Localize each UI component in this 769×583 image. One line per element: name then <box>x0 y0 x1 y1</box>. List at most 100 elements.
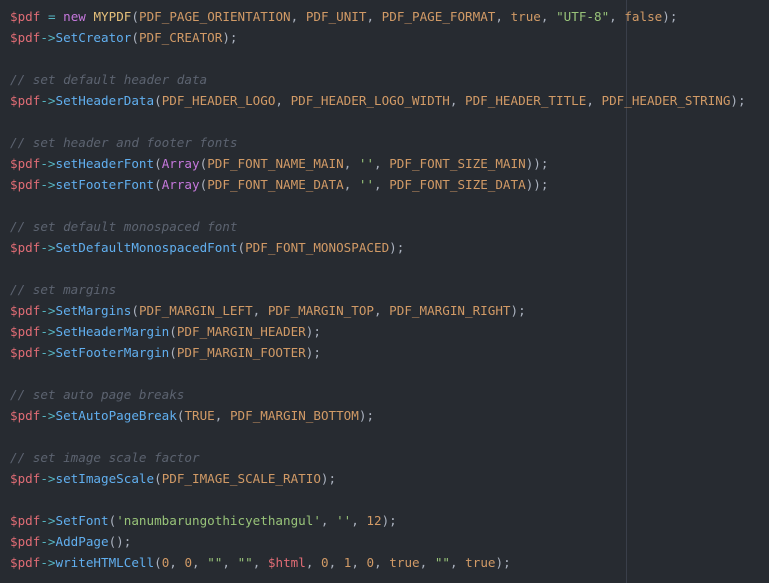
punctuation-token: ( <box>154 177 162 192</box>
code-line[interactable]: $pdf->SetHeaderMargin(PDF_MARGIN_HEADER)… <box>10 321 746 342</box>
constant-token: PDF_CREATOR <box>138 30 223 45</box>
operator-token: -> <box>40 324 56 339</box>
code-line[interactable]: $pdf = new MYPDF(PDF_PAGE_ORIENTATION, P… <box>10 6 746 27</box>
string-token: "" <box>237 555 253 570</box>
punctuation-token: , <box>252 303 268 318</box>
punctuation-token: , <box>343 156 359 171</box>
code-line[interactable]: $pdf->setHeaderFont(Array(PDF_FONT_NAME_… <box>10 153 746 174</box>
code-line[interactable]: $pdf->AddPage(); <box>10 531 746 552</box>
variable-token: $pdf <box>10 240 41 255</box>
variable-token: $pdf <box>10 408 41 423</box>
operator-token: -> <box>40 177 56 192</box>
code-line[interactable]: $pdf->SetFooterMargin(PDF_MARGIN_FOOTER)… <box>10 342 746 363</box>
method-name-token: SetDefaultMonospacedFont <box>55 240 238 255</box>
punctuation-token: , <box>320 513 337 528</box>
code-line[interactable]: $pdf->writeHTMLCell(0, 0, "", "", $html,… <box>10 552 746 573</box>
code-line[interactable]: $pdf->SetHeaderData(PDF_HEADER_LOGO, PDF… <box>10 90 746 111</box>
operator-token: -> <box>40 513 56 528</box>
string-token: '' <box>358 177 375 192</box>
method-name-token: setFooterFont <box>55 177 155 192</box>
code-line[interactable]: // set default monospaced font <box>10 216 746 237</box>
constant-token: PDF_HEADER_LOGO <box>161 93 276 108</box>
operator-token: -> <box>40 303 56 318</box>
code-line[interactable]: // set default header data <box>10 69 746 90</box>
constant-token: PDF_MARGIN_BOTTOM <box>229 408 359 423</box>
operator-token: -> <box>40 534 56 549</box>
code-line[interactable]: $pdf->SetCreator(PDF_CREATOR); <box>10 27 746 48</box>
code-line[interactable]: // set image scale factor <box>10 447 746 468</box>
punctuation-token: ); <box>510 303 526 318</box>
variable-token: $pdf <box>10 345 41 360</box>
constant-token: PDF_FONT_NAME_MAIN <box>207 156 344 171</box>
constant-token: PDF_FONT_NAME_DATA <box>207 177 344 192</box>
punctuation-token <box>40 9 48 24</box>
code-line[interactable]: $pdf->SetAutoPageBreak(TRUE, PDF_MARGIN_… <box>10 405 746 426</box>
method-name-token: SetFont <box>55 513 109 528</box>
code-line[interactable] <box>10 111 746 132</box>
code-line[interactable] <box>10 258 746 279</box>
method-name-token: SetFooterMargin <box>55 345 170 360</box>
punctuation-token: ); <box>662 9 678 24</box>
constant-token: true <box>510 9 541 24</box>
method-name-token: SetAutoPageBreak <box>55 408 177 423</box>
constant-token: false <box>624 9 663 24</box>
punctuation-token: ( <box>131 303 139 318</box>
variable-token: $pdf <box>10 555 41 570</box>
operator-token: = <box>47 9 56 24</box>
code-line[interactable] <box>10 195 746 216</box>
punctuation-token: , <box>214 408 230 423</box>
punctuation-token <box>56 9 64 24</box>
punctuation-token: ); <box>305 324 321 339</box>
comment-token: // set margins <box>10 282 117 297</box>
keyword-token: new <box>63 9 86 24</box>
variable-token: $pdf <box>10 513 41 528</box>
code-line[interactable] <box>10 489 746 510</box>
code-line[interactable] <box>10 363 746 384</box>
code-line[interactable]: $pdf->setImageScale(PDF_IMAGE_SCALE_RATI… <box>10 468 746 489</box>
code-line[interactable]: $pdf->SetFont('nanumbarungothicyethangul… <box>10 510 746 531</box>
code-line[interactable]: $pdf->SetDefaultMonospacedFont(PDF_FONT_… <box>10 237 746 258</box>
method-name-token: SetHeaderMargin <box>55 324 170 339</box>
punctuation-token: , <box>540 9 557 24</box>
constant-token: true <box>465 555 496 570</box>
punctuation-token: )); <box>525 156 549 171</box>
punctuation-token: ); <box>320 471 337 486</box>
constant-token: PDF_MARGIN_TOP <box>267 303 374 318</box>
constant-token: TRUE <box>184 408 215 423</box>
code-line[interactable]: // set header and footer fonts <box>10 132 746 153</box>
code-line[interactable]: // set margins <box>10 279 746 300</box>
punctuation-token: , <box>252 555 268 570</box>
punctuation-token: ); <box>389 240 405 255</box>
punctuation-token: , <box>449 555 466 570</box>
code-line[interactable]: $pdf->setFooterFont(Array(PDF_FONT_NAME_… <box>10 174 746 195</box>
code-editor[interactable]: $pdf = new MYPDF(PDF_PAGE_ORIENTATION, P… <box>0 0 769 583</box>
constant-token: PDF_HEADER_LOGO_WIDTH <box>290 93 450 108</box>
variable-token: $pdf <box>10 471 41 486</box>
constant-token: PDF_IMAGE_SCALE_RATIO <box>161 471 321 486</box>
code-line[interactable] <box>10 426 746 447</box>
punctuation-token: , <box>374 303 390 318</box>
punctuation-token: ); <box>305 345 321 360</box>
punctuation-token: ( <box>154 93 162 108</box>
punctuation-token: , <box>374 177 390 192</box>
punctuation-token: , <box>609 9 625 24</box>
variable-token: $pdf <box>10 324 41 339</box>
string-token: '' <box>358 156 375 171</box>
code-line[interactable] <box>10 48 746 69</box>
constant-token: PDF_FONT_SIZE_DATA <box>389 177 526 192</box>
punctuation-token: ( <box>154 555 162 570</box>
string-token: "UTF-8" <box>556 9 610 24</box>
punctuation-token: , <box>351 513 367 528</box>
punctuation-token: , <box>328 555 344 570</box>
code-area[interactable]: $pdf = new MYPDF(PDF_PAGE_ORIENTATION, P… <box>10 6 746 573</box>
variable-token: $pdf <box>10 30 41 45</box>
code-line[interactable]: $pdf->SetMargins(PDF_MARGIN_LEFT, PDF_MA… <box>10 300 746 321</box>
variable-token: $pdf <box>10 303 41 318</box>
punctuation-token: , <box>192 555 208 570</box>
constant-token: PDF_HEADER_STRING <box>601 93 731 108</box>
method-name-token: setImageScale <box>55 471 155 486</box>
code-line[interactable]: // set auto page breaks <box>10 384 746 405</box>
comment-token: // set header and footer fonts <box>10 135 238 150</box>
variable-token: $pdf <box>10 534 41 549</box>
constant-token: PDF_MARGIN_HEADER <box>176 324 306 339</box>
